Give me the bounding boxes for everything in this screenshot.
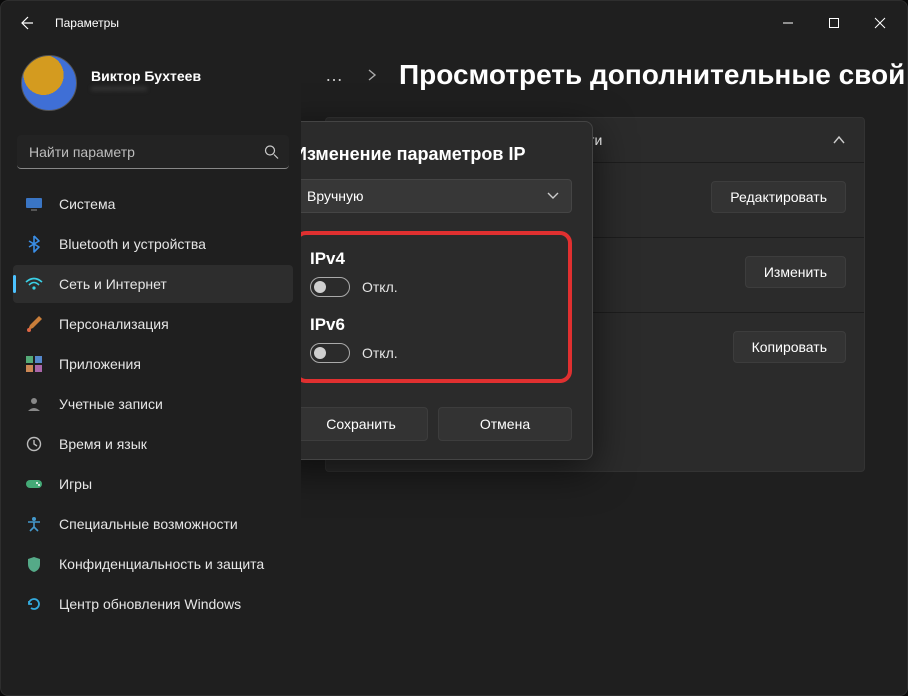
ip-settings-dialog: Изменение параметров IP Вручную IPv4 Отк… (301, 121, 593, 460)
body: Виктор Бухтеев ************ Система Blue… (1, 45, 907, 695)
nav-apps[interactable]: Приложения (13, 345, 293, 383)
accessibility-icon (25, 515, 43, 533)
wifi-icon (25, 275, 43, 293)
nav-label: Игры (59, 476, 92, 492)
titlebar-left: Параметры (17, 14, 119, 32)
nav-gaming[interactable]: Игры (13, 465, 293, 503)
sidebar: Виктор Бухтеев ************ Система Blue… (1, 45, 301, 695)
copy-button[interactable]: Копировать (733, 331, 846, 363)
close-icon (874, 17, 886, 29)
nav-privacy[interactable]: Конфиденциальность и защита (13, 545, 293, 583)
nav-timelang[interactable]: Время и язык (13, 425, 293, 463)
nav-personalization[interactable]: Персонализация (13, 305, 293, 343)
avatar (21, 55, 77, 111)
main: … Просмотреть дополнительные свой сети Р… (301, 45, 907, 695)
shield-icon (25, 555, 43, 573)
chevron-up-icon (832, 135, 846, 145)
profile-block[interactable]: Виктор Бухтеев ************ (13, 51, 293, 127)
edit-button[interactable]: Редактировать (711, 181, 846, 213)
nav-label: Bluetooth и устройства (59, 236, 206, 252)
maximize-icon (828, 17, 840, 29)
change-button[interactable]: Изменить (745, 256, 846, 288)
highlighted-ip-toggles: IPv4 Откл. IPv6 Откл. (301, 231, 572, 383)
chevron-down-icon (547, 192, 559, 200)
nav-update[interactable]: Центр обновления Windows (13, 585, 293, 623)
profile-name: Виктор Бухтеев (91, 68, 201, 84)
chevron-right-icon (367, 68, 377, 82)
nav-system[interactable]: Система (13, 185, 293, 223)
nav-label: Учетные записи (59, 396, 163, 412)
brush-icon (25, 315, 43, 333)
nav-label: Центр обновления Windows (59, 596, 241, 612)
search-input[interactable] (17, 135, 289, 169)
ipv6-toggle-row: Откл. (310, 343, 556, 363)
profile-text: Виктор Бухтеев ************ (91, 68, 201, 98)
ip-mode-select[interactable]: Вручную (301, 179, 572, 213)
user-icon (25, 395, 43, 413)
dialog-buttons: Сохранить Отмена (301, 407, 572, 441)
dialog-title: Изменение параметров IP (301, 144, 572, 165)
select-value: Вручную (307, 188, 364, 204)
minimize-button[interactable] (765, 3, 811, 43)
back-button[interactable] (17, 14, 35, 32)
clock-icon (25, 435, 43, 453)
arrow-left-icon (18, 15, 34, 31)
nav-label: Специальные возможности (59, 516, 238, 532)
nav-bluetooth[interactable]: Bluetooth и устройства (13, 225, 293, 263)
breadcrumb-row: … Просмотреть дополнительные свой (325, 45, 907, 91)
save-button[interactable]: Сохранить (301, 407, 428, 441)
update-icon (25, 595, 43, 613)
crumb-more[interactable]: … (325, 65, 345, 86)
apps-icon (25, 355, 43, 373)
ipv4-toggle-row: Откл. (310, 277, 556, 297)
ipv4-state: Откл. (362, 279, 398, 295)
nav-accounts[interactable]: Учетные записи (13, 385, 293, 423)
maximize-button[interactable] (811, 3, 857, 43)
nav-label: Время и язык (59, 436, 147, 452)
titlebar: Параметры (1, 1, 907, 45)
monitor-icon (25, 195, 43, 213)
profile-email: ************ (91, 84, 201, 98)
settings-window: Параметры Виктор Бухтеев ************ (0, 0, 908, 696)
ipv6-toggle[interactable] (310, 343, 350, 363)
nav-label: Конфиденциальность и защита (59, 556, 264, 572)
search-icon (264, 145, 279, 160)
bluetooth-icon (25, 235, 43, 253)
search-wrap (17, 135, 289, 169)
nav-accessibility[interactable]: Специальные возможности (13, 505, 293, 543)
ipv6-label: IPv6 (310, 315, 556, 335)
minimize-icon (782, 17, 794, 29)
nav-label: Система (59, 196, 115, 212)
nav: Система Bluetooth и устройства Сеть и Ин… (13, 185, 293, 623)
window-controls (765, 3, 903, 43)
cancel-button[interactable]: Отмена (438, 407, 572, 441)
nav-label: Приложения (59, 356, 141, 372)
nav-label: Сеть и Интернет (59, 276, 167, 292)
nav-network[interactable]: Сеть и Интернет (13, 265, 293, 303)
nav-label: Персонализация (59, 316, 169, 332)
page-title: Просмотреть дополнительные свой (399, 59, 905, 91)
gamepad-icon (25, 475, 43, 493)
ipv6-state: Откл. (362, 345, 398, 361)
window-title: Параметры (55, 16, 119, 30)
ipv4-toggle[interactable] (310, 277, 350, 297)
ipv4-label: IPv4 (310, 249, 556, 269)
close-button[interactable] (857, 3, 903, 43)
